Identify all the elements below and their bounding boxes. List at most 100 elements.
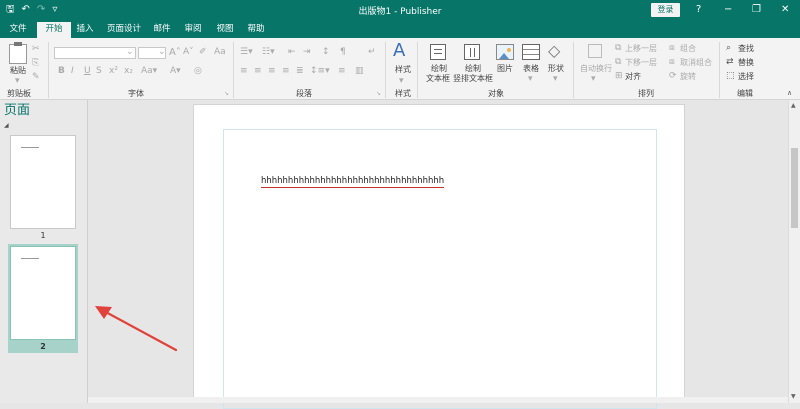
dialog-launcher-icon[interactable]: ↘ (376, 88, 381, 99)
decrease-indent-icon[interactable]: ⇤ (288, 47, 296, 58)
bring-forward-button[interactable]: 上移一层 (625, 44, 657, 54)
draw-vertical-textbox-label-2[interactable]: 竖排文本框 (453, 74, 493, 84)
collapse-triangle-icon[interactable]: ◢ (4, 122, 9, 129)
tab-review[interactable]: 审阅 (180, 20, 206, 38)
character-spacing-icon[interactable]: Aa▾ (141, 66, 157, 77)
ungroup-icon: ⧈ (669, 57, 675, 67)
replace-button[interactable]: 替换 (738, 58, 754, 68)
margin-guide (223, 129, 657, 409)
replace-icon: ⇄ (726, 57, 734, 67)
tab-insert[interactable]: 插入 (72, 20, 98, 38)
restore-icon[interactable]: ❐ (752, 3, 761, 17)
superscript-icon[interactable]: x₂ (124, 66, 133, 77)
page-thumbnail-1[interactable] (10, 135, 76, 229)
pages-pane-title: 页面 (4, 103, 31, 118)
group-icon: ⧈ (669, 43, 675, 53)
styles-icon: A (393, 40, 406, 61)
align-right-icon[interactable]: ≡ (268, 66, 276, 77)
draw-textbox-label-1[interactable]: 绘制 (431, 64, 447, 74)
show-marks-icon[interactable]: ¶ (340, 47, 346, 58)
find-button[interactable]: 查找 (738, 44, 754, 54)
draw-vertical-textbox-label-1[interactable]: 绘制 (465, 64, 481, 74)
distribute-icon[interactable]: ≣ (296, 66, 304, 77)
hyphenation-icon[interactable]: ↵ (368, 47, 376, 58)
styles-button[interactable]: 样式 (395, 65, 411, 75)
table-button[interactable]: 表格 (523, 64, 539, 74)
underline-icon[interactable]: U (84, 66, 91, 77)
bring-forward-icon: ⧉ (615, 43, 622, 53)
login-button[interactable]: 登录 (651, 3, 680, 17)
ungroup-button[interactable]: 取消组合 (680, 58, 712, 68)
dialog-launcher-icon[interactable]: ↘ (224, 88, 229, 99)
shapes-icon: ◇ (548, 41, 561, 60)
align-left-icon[interactable]: ≡ (240, 66, 248, 77)
picture-button[interactable]: 图片 (497, 64, 513, 74)
minimize-icon[interactable]: − (724, 3, 732, 17)
bullets-icon[interactable]: ☰▾ (240, 47, 253, 58)
horizontal-scrollbar[interactable] (88, 397, 788, 403)
font-group-label: 字体 (128, 89, 144, 98)
document-canvas[interactable]: hhhhhhhhhhhhhhhhhhhhhhhhhhhhhhhhhh (88, 100, 788, 409)
align-icon: ⊞ (615, 71, 623, 81)
scroll-down-icon[interactable]: ▼ (791, 393, 796, 400)
close-icon[interactable]: ✕ (781, 3, 789, 17)
tab-help[interactable]: 帮助 (243, 20, 269, 38)
ribbon: 粘贴 ▾ ✂ ⎘ ✎ 剪贴板 ⌄ ⌄ A˄ A˅ ✐ Aa B I U S x²… (0, 38, 800, 100)
tab-view[interactable]: 视图 (212, 20, 238, 38)
text-effects-icon[interactable]: ◎ (194, 66, 202, 77)
send-backward-icon: ⧉ (615, 57, 622, 67)
draw-textbox-icon (430, 44, 446, 60)
page-text[interactable]: hhhhhhhhhhhhhhhhhhhhhhhhhhhhhhhhhh (261, 175, 445, 188)
page-number-2: 2 (40, 342, 46, 351)
align-button[interactable]: 对齐 (625, 72, 641, 82)
numbering-icon[interactable]: ☷▾ (262, 47, 275, 58)
font-color-icon[interactable]: A▾ (170, 66, 181, 77)
font-name-select[interactable] (54, 47, 136, 59)
para-spacing-icon[interactable]: ≡ (338, 66, 346, 77)
publication-page[interactable]: hhhhhhhhhhhhhhhhhhhhhhhhhhhhhhhhhh (193, 104, 685, 409)
bold-icon[interactable]: B (58, 66, 65, 77)
strikethrough-icon[interactable]: S (96, 66, 102, 77)
arrow-shaft (100, 308, 178, 352)
rotate-button[interactable]: 旋转 (680, 72, 696, 82)
group-button[interactable]: 组合 (680, 44, 696, 54)
title-bar: 🖫 ↶ ↷ ▿ 出版物1 - Publisher 登录 ? − ❐ ✕ (0, 0, 800, 20)
shrink-font-icon[interactable]: A˅ (183, 47, 194, 58)
shapes-button[interactable]: 形状 (548, 64, 564, 74)
page-thumbnail-2-selected[interactable]: 2 (8, 244, 78, 353)
sort-icon[interactable]: ↕ (322, 47, 330, 58)
select-button[interactable]: 选择 (738, 72, 754, 82)
select-icon: ⬚ (726, 71, 735, 81)
justify-icon[interactable]: ≡ (282, 66, 290, 77)
clear-format-icon[interactable]: ✐ (199, 47, 207, 58)
send-backward-button[interactable]: 下移一层 (625, 58, 657, 68)
copy-icon[interactable]: ⎘ (32, 58, 39, 69)
vertical-scrollbar[interactable]: ▲ ▼ (788, 100, 800, 403)
format-painter-icon[interactable]: ✎ (32, 72, 40, 83)
cut-icon[interactable]: ✂ (32, 44, 40, 55)
tab-file[interactable]: 文件 (4, 20, 32, 38)
line-spacing-icon[interactable]: ↕≡▾ (310, 66, 330, 77)
rotate-icon: ⟳ (669, 71, 677, 81)
scrollbar-thumb[interactable] (791, 148, 798, 228)
ribbon-tabs: 文件 开始 插入 页面设计 邮件 审阅 视图 帮助 (0, 20, 800, 38)
tab-page-design[interactable]: 页面设计 (104, 20, 144, 38)
scroll-up-icon[interactable]: ▲ (791, 102, 796, 109)
styles-group-label: 样式 (395, 89, 411, 98)
increase-indent-icon[interactable]: ⇥ (303, 47, 311, 58)
wrap-text-icon (588, 44, 602, 58)
help-icon[interactable]: ? (696, 3, 701, 17)
draw-textbox-label-2[interactable]: 文本框 (426, 74, 450, 84)
change-case-icon[interactable]: Aa (214, 47, 226, 58)
columns-icon[interactable]: ▥ (355, 66, 364, 77)
grow-font-icon[interactable]: A˄ (169, 47, 181, 58)
wrap-text-button[interactable]: 自动换行 (580, 64, 612, 74)
tab-mailings[interactable]: 邮件 (149, 20, 175, 38)
paste-button[interactable]: 粘贴 (10, 66, 26, 76)
tab-home[interactable]: 开始 (37, 22, 71, 38)
subscript-icon[interactable]: x² (109, 66, 118, 77)
italic-icon[interactable]: I (71, 66, 74, 77)
collapse-ribbon-icon[interactable]: ∧ (787, 88, 792, 99)
search-icon: ⌕ (726, 43, 732, 53)
align-center-icon[interactable]: ≡ (254, 66, 262, 77)
